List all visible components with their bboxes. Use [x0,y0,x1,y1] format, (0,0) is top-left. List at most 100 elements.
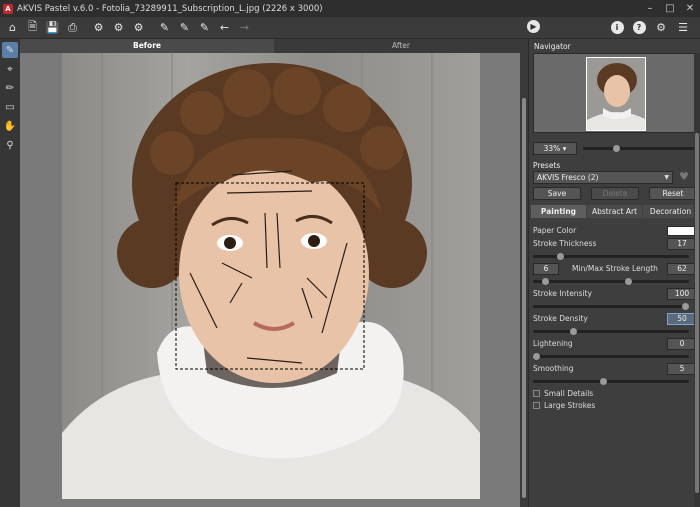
lightening-label: Lightening [533,339,573,348]
slider-knob[interactable] [570,328,578,335]
smoothing-row: Smoothing 5 [533,362,697,375]
paper-color-row: Paper Color [533,224,697,237]
guides-clear-icon[interactable]: ✎ [196,19,213,36]
panel-scrollbar[interactable] [694,53,700,507]
zoom-select[interactable]: 33% ▾ [533,141,577,155]
stroke-density-row: Stroke Density 50 [533,312,697,325]
guide-brush-icon[interactable]: ✎ [2,42,18,58]
zoom-row: 33% ▾ [533,141,697,155]
slider-knob[interactable] [533,353,540,360]
stroke-intensity-row: Stroke Intensity 100 [533,287,697,300]
tab-before[interactable]: Before [20,39,274,53]
reset-preset-button[interactable]: Reset [649,187,697,200]
small-details-checkbox[interactable]: Small Details [533,388,593,398]
stroke-thickness-row: Stroke Thickness 17 [533,237,697,250]
load-strokes-icon[interactable]: ⚙ [90,19,107,36]
batch-icon[interactable]: ⚙ [130,19,147,36]
stroke-thickness-slider[interactable] [533,253,689,260]
help-icon[interactable]: ? [631,19,647,35]
stroke-density-value[interactable]: 50 [667,312,697,325]
navigator-title: Navigator [534,42,571,51]
smoothing-slider[interactable] [533,378,689,385]
presets-title: Presets [533,161,561,170]
eraser-icon[interactable]: ▭ [2,99,18,115]
zoom-slider[interactable] [583,144,697,152]
print-icon[interactable]: ⎙ [64,19,81,36]
photo [62,53,480,499]
image-canvas[interactable] [20,53,520,507]
save-file-icon[interactable]: 💾 [44,19,61,36]
guides-show-icon[interactable]: ✎ [156,19,173,36]
window-title: AKVIS Pastel v.6.0 - Fotolia_73289911_Su… [17,3,323,14]
lightening-row: Lightening 0 [533,337,697,350]
favorite-heart-icon[interactable]: ♥ [679,170,689,183]
max-stroke-length-value[interactable]: 62 [667,262,697,275]
large-strokes-checkbox[interactable]: Large Strokes [533,400,595,410]
stroke-thickness-value[interactable]: 17 [667,237,697,250]
zoom-slider-knob[interactable] [612,144,620,152]
maximize-button[interactable]: □ [660,3,680,14]
stroke-length-range-slider[interactable] [533,278,689,285]
pencil-icon[interactable]: ✏ [2,80,18,96]
stroke-length-row: 6 Min/Max Stroke Length 62 [533,262,697,275]
max-knob[interactable] [625,278,633,285]
zoom-icon[interactable]: ⚲ [2,137,18,153]
settings-gear-icon[interactable]: ⚙ [653,19,669,35]
preset-select[interactable]: AKVIS Fresco (2) ▼ [533,171,673,184]
slider-knob[interactable] [600,378,608,385]
parameter-tabs: Painting Abstract Art Decoration [531,205,699,218]
tab-after[interactable]: After [274,39,528,53]
tab-painting[interactable]: Painting [531,205,586,218]
redo-icon[interactable]: → [236,19,253,36]
view-tabs: Before After [20,39,528,53]
tab-decoration[interactable]: Decoration [643,205,698,218]
guides-edit-icon[interactable]: ✎ [176,19,193,36]
stroke-density-label: Stroke Density [533,314,588,323]
large-strokes-label: Large Strokes [544,400,596,410]
settings-panel: Navigator 33% ▾ Presets AKVIS Fresco (2)… [528,39,700,507]
min-knob[interactable] [541,278,549,285]
checkbox-box[interactable] [533,389,540,397]
navigator-preview[interactable] [533,53,697,133]
stroke-thickness-label: Stroke Thickness [533,239,597,248]
run-button[interactable]: ▶ [527,20,540,33]
hand-icon[interactable]: ✋ [2,118,18,134]
minimize-button[interactable]: – [640,3,660,14]
lightening-slider[interactable] [533,353,689,360]
smoothing-label: Smoothing [533,364,574,373]
stroke-length-label: Min/Max Stroke Length [572,264,658,273]
tools-panel: ✎ ⌖ ✏ ▭ ✋ ⚲ [0,39,20,507]
crop-icon[interactable]: ⌖ [2,61,18,77]
chevron-down-icon: ▼ [664,174,669,181]
info-icon[interactable]: i [609,19,625,35]
notifications-icon[interactable]: ☰ [675,19,691,35]
app-logo-icon: A [3,3,13,14]
slider-knob[interactable] [682,303,689,310]
smoothing-value[interactable]: 5 [667,362,697,375]
min-stroke-length-value[interactable]: 6 [533,262,559,275]
scroll-thumb[interactable] [522,98,526,498]
undo-icon[interactable]: ← [216,19,233,36]
tab-abstract-art[interactable]: Abstract Art [587,205,642,218]
stroke-intensity-value[interactable]: 100 [667,287,697,300]
canvas-vertical-scrollbar[interactable] [520,53,528,507]
paper-color-swatch[interactable] [667,225,697,236]
home-icon[interactable]: ⌂ [4,19,21,36]
slider-knob[interactable] [556,253,564,260]
navigator-thumbnail[interactable] [586,57,646,131]
close-button[interactable]: ✕ [680,3,700,14]
save-preset-button[interactable]: Save [533,187,581,200]
play-icon: ▶ [527,20,540,33]
open-file-icon[interactable]: 🗎 [24,19,41,36]
paper-color-label: Paper Color [533,226,577,235]
stroke-intensity-slider[interactable] [533,303,689,310]
panel-scroll-thumb[interactable] [695,133,699,493]
checkbox-box[interactable] [533,401,540,409]
small-details-label: Small Details [544,388,594,398]
title-bar: A AKVIS Pastel v.6.0 - Fotolia_73289911_… [0,0,700,17]
stroke-density-slider[interactable] [533,328,689,335]
save-strokes-icon[interactable]: ⚙ [110,19,127,36]
delete-preset-button[interactable]: Delete [591,187,639,200]
stroke-intensity-label: Stroke Intensity [533,289,592,298]
lightening-value[interactable]: 0 [667,337,697,350]
